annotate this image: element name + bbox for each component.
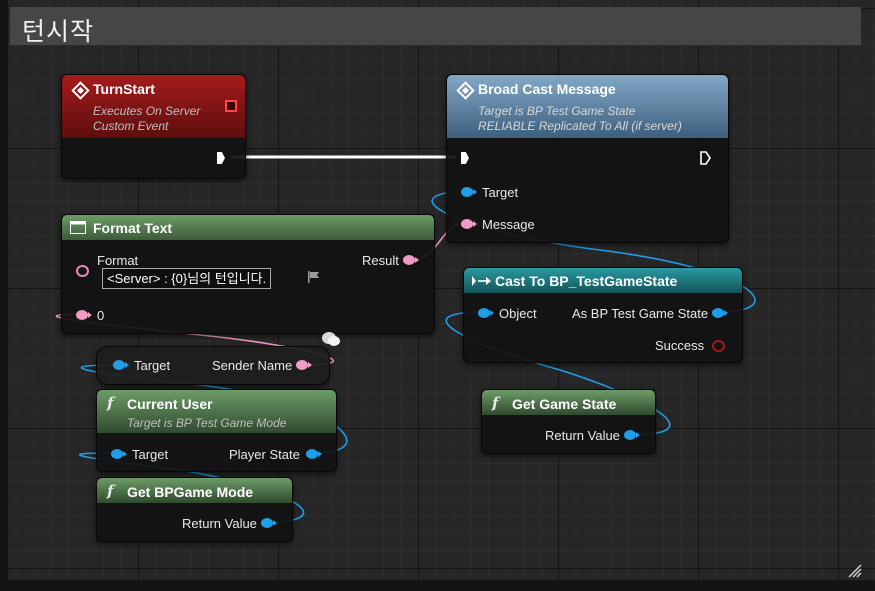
format-text-icon <box>70 221 86 234</box>
turnstart-subtitle-1: Executes On Server <box>93 104 201 118</box>
result-label: Result <box>362 253 399 268</box>
sender-name-node[interactable]: Target Sender Name <box>96 346 330 385</box>
turnstart-event-node[interactable]: TurnStart Executes On Server Custom Even… <box>61 74 246 179</box>
broadcast-title: Broad Cast Message <box>478 81 616 97</box>
turnstart-title: TurnStart <box>93 81 155 97</box>
comment-bubble-icon[interactable] <box>320 329 342 349</box>
sender-name-pin[interactable] <box>296 360 312 370</box>
panel-frame <box>0 0 8 591</box>
player-state-pin[interactable] <box>306 449 322 459</box>
resize-grip-icon[interactable] <box>848 564 862 578</box>
sender-name-label: Sender Name <box>212 358 293 373</box>
event-icon <box>71 81 90 100</box>
cast-object-pin[interactable] <box>478 308 494 318</box>
broadcast-target-pin[interactable] <box>461 187 477 197</box>
cast-as-label: As BP Test Game State <box>572 306 709 321</box>
current-user-title: Current User <box>127 396 213 412</box>
panel-frame-bottom <box>0 580 875 591</box>
format-pin[interactable] <box>76 265 89 277</box>
format-label: Format <box>97 253 139 268</box>
localize-flag-icon[interactable] <box>307 270 321 284</box>
turnstart-subtitle-2: Custom Event <box>93 119 169 133</box>
arg-0-pin[interactable] <box>76 310 92 320</box>
get-game-state-return-label: Return Value <box>545 428 620 443</box>
function-icon: f <box>492 394 499 412</box>
broadcast-target-label: Target <box>482 185 519 200</box>
broadcast-header: Broad Cast Message Target is BP Test Gam… <box>447 75 728 138</box>
format-text-header: Format Text <box>62 215 434 240</box>
broadcast-subtitle-1: Target is BP Test Game State <box>478 104 636 118</box>
result-pin[interactable] <box>403 255 419 265</box>
cast-icon <box>472 276 491 286</box>
sender-target-pin[interactable] <box>113 360 129 370</box>
current-user-node[interactable]: f Current User Target is BP Test Game Mo… <box>96 389 337 472</box>
get-bpgame-mode-return-label: Return Value <box>182 516 257 531</box>
current-user-header: f Current User Target is BP Test Game Mo… <box>97 390 336 433</box>
format-text-title: Format Text <box>93 220 173 236</box>
cast-success-label: Success <box>655 338 705 353</box>
function-call-icon <box>456 81 475 100</box>
get-bpgame-mode-header: f Get BPGame Mode <box>97 478 292 503</box>
turnstart-exec-out[interactable] <box>217 152 225 164</box>
turnstart-header: TurnStart Executes On Server Custom Even… <box>62 75 245 138</box>
get-game-state-title: Get Game State <box>512 396 617 412</box>
sender-target-label: Target <box>134 358 171 373</box>
current-user-target-pin[interactable] <box>111 449 127 459</box>
graph-title-bar: 턴시작 <box>10 7 861 46</box>
get-game-state-return-pin[interactable] <box>624 430 640 440</box>
format-text-node[interactable]: Format Text Format <Server> : {0}님의 턴입니다… <box>61 214 435 334</box>
format-text-input[interactable]: <Server> : {0}님의 턴입니다. <box>102 268 272 289</box>
broadcast-exec-out[interactable] <box>700 151 711 165</box>
graph-title: 턴시작 <box>22 17 95 46</box>
cast-as-pin[interactable] <box>712 308 728 318</box>
player-state-label: Player State <box>229 447 300 462</box>
broadcast-exec-in[interactable] <box>461 152 469 164</box>
get-game-state-header: f Get Game State <box>482 390 655 415</box>
broadcast-message-pin[interactable] <box>461 219 477 229</box>
cast-to-node[interactable]: Cast To BP_TestGameState Object As BP Te… <box>463 267 743 363</box>
broadcast-message-label: Message <box>482 217 535 232</box>
get-bpgame-mode-title: Get BPGame Mode <box>127 484 254 500</box>
cast-title: Cast To BP_TestGameState <box>495 273 678 289</box>
get-bpgame-mode-return-pin[interactable] <box>261 518 277 528</box>
get-bpgame-mode-node[interactable]: f Get BPGame Mode Return Value <box>96 477 293 542</box>
cast-header: Cast To BP_TestGameState <box>464 268 742 293</box>
current-user-target-label: Target <box>132 447 169 462</box>
delegate-pin[interactable] <box>225 100 237 112</box>
arg-0-label: 0 <box>97 308 105 323</box>
cast-object-label: Object <box>499 306 537 321</box>
broadcast-message-node[interactable]: Broad Cast Message Target is BP Test Gam… <box>446 74 729 243</box>
broadcast-subtitle-2: RELIABLE Replicated To All (if server) <box>478 119 682 133</box>
function-icon: f <box>107 394 114 412</box>
current-user-subtitle: Target is BP Test Game Mode <box>127 416 287 430</box>
get-game-state-node[interactable]: f Get Game State Return Value <box>481 389 656 454</box>
function-icon: f <box>107 482 114 500</box>
cast-success-pin[interactable] <box>712 340 725 352</box>
